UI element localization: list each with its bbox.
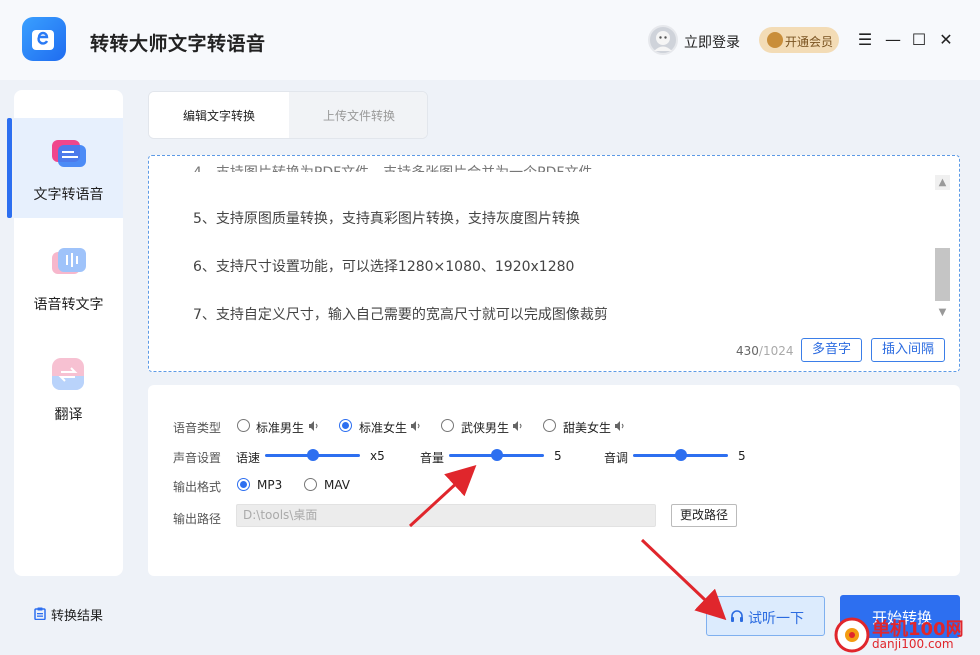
listen-label: 试听一下 xyxy=(748,611,804,627)
voice-radio[interactable] xyxy=(543,419,556,432)
editor-line: 7、支持自定义尺寸，输入自己需要的宽高尺寸就可以完成图像裁剪 xyxy=(193,307,608,323)
app-title: 转转大师文字转语音 xyxy=(90,33,266,55)
voice-option-label[interactable]: 标准男生 xyxy=(256,419,304,436)
login-link[interactable]: 立即登录 xyxy=(684,32,740,52)
vip-label: 开通会员 xyxy=(785,35,834,49)
voice-option-label[interactable]: 武侠男生 xyxy=(461,419,509,436)
format-radio[interactable] xyxy=(237,478,250,491)
speed-label: 语速 xyxy=(236,451,261,465)
sidebar-item-label: 文字转语音 xyxy=(33,187,104,203)
watermark-logo-icon xyxy=(834,617,870,653)
editor-scrollbar[interactable]: ▲ ▼ xyxy=(935,175,950,322)
editor-line: 6、支持尺寸设置功能，可以选择1280×1080、1920x1280 xyxy=(193,259,575,275)
pitch-slider-knob[interactable] xyxy=(674,449,687,461)
voice-radio[interactable] xyxy=(237,419,250,432)
volume-value: 5 xyxy=(554,449,562,463)
volume-slider-knob[interactable] xyxy=(490,449,503,461)
voice-type-label: 语音类型 xyxy=(173,421,222,435)
voice-option-label[interactable]: 甜美女生 xyxy=(563,419,611,436)
output-format-label: 输出格式 xyxy=(173,480,222,494)
editor-line: 5、支持原图质量转换，支持真彩图片转换，支持灰度图片转换 xyxy=(193,211,580,227)
sidebar-item-speech-to-text[interactable]: 语音转文字 xyxy=(14,228,123,328)
speaker-icon[interactable] xyxy=(513,421,523,431)
polyphone-button[interactable]: 多音字 xyxy=(801,338,862,362)
close-icon[interactable]: ✕ xyxy=(936,30,956,50)
vip-button[interactable]: 开通会员 xyxy=(759,27,839,53)
sidebar-item-label: 翻译 xyxy=(54,407,83,423)
sidebar-item-text-to-speech[interactable]: 文字转语音 xyxy=(7,118,123,218)
editor-line: 4、支持图片转换为PDF文件，支持多张图片合并为一个PDF文件 xyxy=(193,165,593,181)
speaker-icon[interactable] xyxy=(411,421,421,431)
change-path-button[interactable]: 更改路径 xyxy=(671,504,737,527)
clipboard-icon[interactable] xyxy=(34,607,46,620)
sound-settings-label: 声音设置 xyxy=(173,451,222,465)
pitch-label: 音调 xyxy=(604,451,629,465)
tab-upload-file[interactable]: 上传文件转换 xyxy=(289,92,427,138)
voice-option-label[interactable]: 标准女生 xyxy=(359,419,407,436)
volume-label: 音量 xyxy=(420,451,445,465)
speech-to-text-icon xyxy=(52,248,86,274)
translate-icon xyxy=(52,358,84,390)
format-option-label[interactable]: MAV xyxy=(324,478,350,492)
pitch-value: 5 xyxy=(738,449,746,463)
sidebar: 文字转语音 语音转文字 翻译 xyxy=(7,90,123,576)
insert-pause-button[interactable]: 插入间隔 xyxy=(871,338,945,362)
watermark-url: danji100.com xyxy=(872,637,954,651)
maximize-icon[interactable]: ☐ xyxy=(909,30,929,50)
watermark: 单机100网 danji100.com xyxy=(824,612,980,655)
sidebar-item-label: 语音转文字 xyxy=(33,297,104,313)
tab-bar: 编辑文字转换 上传文件转换 xyxy=(148,91,428,139)
result-link[interactable]: 转换结果 xyxy=(51,605,103,624)
crown-icon xyxy=(767,32,783,48)
scroll-thumb[interactable] xyxy=(935,248,950,301)
char-count-max: /1024 xyxy=(758,344,794,358)
output-path-label: 输出路径 xyxy=(173,512,222,526)
format-radio[interactable] xyxy=(304,478,317,491)
app-logo xyxy=(22,17,66,61)
preview-listen-button[interactable]: 试听一下 xyxy=(706,596,825,636)
speaker-icon[interactable] xyxy=(309,421,319,431)
headphones-icon xyxy=(731,610,743,622)
text-to-speech-icon xyxy=(52,140,86,167)
voice-radio[interactable] xyxy=(339,419,352,432)
minimize-icon[interactable]: — xyxy=(883,30,903,50)
scroll-up-icon[interactable]: ▲ xyxy=(935,175,950,190)
tab-edit-text[interactable]: 编辑文字转换 xyxy=(149,92,289,138)
sidebar-item-translate[interactable]: 翻译 xyxy=(14,338,123,438)
output-path-field[interactable]: D:\tools\桌面 xyxy=(236,504,656,527)
speed-value: x5 xyxy=(370,449,385,463)
char-count: 430/1024 xyxy=(736,344,794,358)
speed-slider-knob[interactable] xyxy=(306,449,319,461)
scroll-down-icon[interactable]: ▼ xyxy=(935,305,950,320)
char-count-value: 430 xyxy=(736,344,759,358)
format-option-label[interactable]: MP3 xyxy=(257,478,282,492)
menu-icon[interactable]: ☰ xyxy=(855,30,875,50)
voice-radio[interactable] xyxy=(441,419,454,432)
avatar-icon[interactable] xyxy=(648,25,678,55)
speaker-icon[interactable] xyxy=(615,421,625,431)
